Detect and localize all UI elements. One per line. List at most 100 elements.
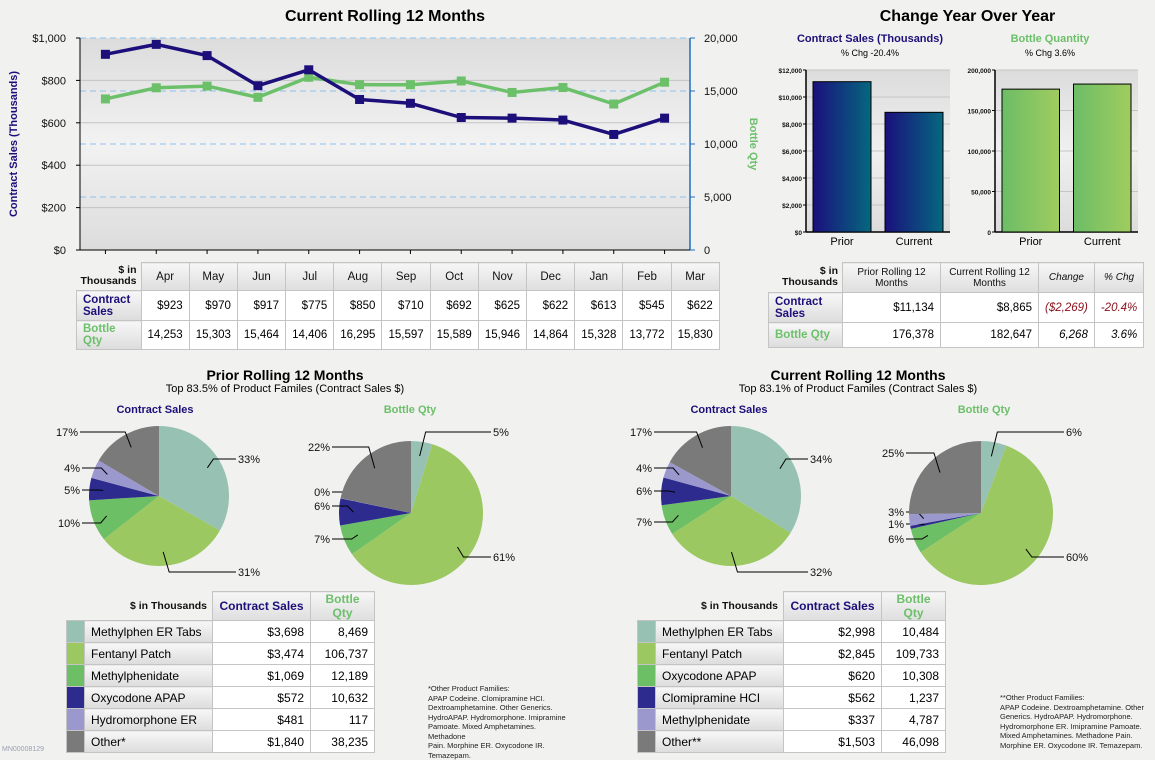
data-point: [558, 115, 568, 125]
cell-bottle-qty: 10,484: [881, 620, 946, 643]
cell: 13,772: [622, 320, 672, 350]
legend-swatch: [637, 686, 656, 709]
pie-label: 4%: [64, 463, 80, 475]
cell-bottle-qty: 4,787: [881, 708, 946, 731]
table-row: Contract Sales $923 $970 $917 $775 $850 $…: [76, 290, 720, 321]
yoy-sales-subtitle: % Chg -20.4%: [840, 48, 900, 58]
cell: 15,589: [429, 320, 479, 350]
cell: 14,253: [140, 320, 190, 350]
y-tick-label: $12,000: [779, 68, 803, 75]
pie-label: 0%: [314, 487, 330, 499]
x-tick-label: Prior: [830, 236, 854, 248]
prior-title: Prior Rolling 12 Months: [206, 367, 364, 383]
cell: 15,328: [574, 320, 624, 350]
cell-bottle-qty: 12,189: [310, 664, 375, 687]
sales-bar-prior: [812, 81, 872, 233]
table-row: Methylphen ER Tabs $3,698 8,469: [66, 620, 375, 643]
cell: 15,464: [236, 320, 287, 350]
col-header-change: Change: [1038, 262, 1095, 293]
cell-prior: $11,134: [842, 292, 941, 323]
data-point: [609, 129, 619, 139]
cell-contract-sales: $1,503: [783, 730, 882, 753]
row-label-bottle-qty: Bottle Qty: [76, 320, 142, 350]
cell: $692: [429, 290, 479, 321]
pie-label: 6%: [314, 501, 330, 513]
pie-slice: [909, 441, 981, 515]
report-id: MN00008129: [2, 746, 45, 753]
cell-change: ($2,269): [1038, 292, 1095, 323]
data-point: [660, 113, 670, 123]
x-tick-label: Current: [1084, 236, 1121, 248]
y-tick-label: $4,000: [782, 176, 802, 183]
data-point: [660, 77, 670, 87]
product-name: Fentanyl Patch: [655, 642, 784, 665]
cell-bottle-qty: 8,469: [310, 620, 375, 643]
data-point: [253, 92, 263, 102]
month-header: Apr: [140, 262, 190, 291]
month-header: Aug: [333, 262, 383, 291]
cell: $917: [236, 290, 287, 321]
prior-product-table: $ in Thousands Contract Sales Bottle Qty…: [66, 591, 375, 753]
table-corner-label: $ in Thousands: [781, 265, 838, 289]
pie-label: 17%: [630, 427, 652, 439]
pie-label: 10%: [58, 518, 80, 530]
cell-contract-sales: $3,698: [212, 620, 311, 643]
cell: $775: [285, 290, 335, 321]
month-header: Jan: [574, 262, 624, 291]
col-header-bottle-qty: Bottle Qty: [310, 591, 375, 621]
data-point: [202, 51, 212, 61]
product-name: Clomipramine HCI: [655, 686, 784, 709]
table-corner-label: $ in Thousands: [129, 599, 207, 612]
cell-prior: 176,378: [842, 322, 941, 348]
legend-swatch: [66, 664, 85, 687]
cell: $545: [622, 290, 672, 321]
col-header-bottle-qty: Bottle Qty: [881, 591, 946, 621]
cell: 16,295: [333, 320, 383, 350]
footnote-line: Dextroamphetamine. Other Generics.: [428, 703, 553, 712]
cell: $613: [574, 290, 624, 321]
yoy-bar-charts: $0 $2,000 $4,000 $6,000 $8,000 $10,000 $12,000…: [779, 68, 1138, 248]
cell: $710: [381, 290, 431, 321]
pie-label: 17%: [56, 427, 78, 439]
data-point: [558, 83, 568, 93]
footnote-line: Generics. HydroAPAP. Hydromorphone.: [1000, 712, 1133, 721]
y2-tick-label: 10,000: [704, 139, 738, 151]
cell-contract-sales: $572: [212, 686, 311, 709]
cell-bottle-qty: 46,098: [881, 730, 946, 753]
col-header-contract-sales: Contract Sales: [212, 591, 311, 621]
legend-swatch: [66, 730, 85, 753]
y-tick-label: $1,000: [32, 33, 66, 45]
table-row: Contract Sales $11,134 $8,865 ($2,269) -2…: [768, 292, 1145, 323]
col-header-prior: Prior Rolling 12 Months: [842, 262, 941, 293]
data-point: [253, 81, 263, 91]
product-name: Methylphenidate: [655, 708, 784, 731]
pie-label: 25%: [882, 448, 904, 460]
cell: $850: [333, 290, 383, 321]
cell-current: $8,865: [940, 292, 1039, 323]
product-name: Oxycodone APAP: [84, 686, 213, 709]
pie-label: 33%: [238, 454, 260, 466]
sales-bar-current: [884, 111, 944, 233]
cell-contract-sales: $1,840: [212, 730, 311, 753]
cell-bottle-qty: 1,237: [881, 686, 946, 709]
pie-label: 7%: [314, 534, 330, 546]
cell: 15,303: [188, 320, 238, 350]
pie-label: 3%: [888, 507, 904, 519]
y-tick-label: 200,000: [968, 68, 992, 75]
cell-contract-sales: $620: [783, 664, 882, 687]
data-point: [100, 94, 110, 104]
month-header: Feb: [622, 262, 672, 291]
pie-label: 6%: [1066, 427, 1082, 439]
x-tick-label: Current: [896, 236, 933, 248]
row-label-contract-sales: Contract Sales: [76, 290, 142, 321]
cell-contract-sales: $337: [783, 708, 882, 731]
table-row: Other** $1,503 46,098: [637, 730, 946, 753]
prior-subtitle: Top 83.5% of Product Familes (Contract S…: [165, 383, 405, 395]
cell: 15,597: [381, 320, 431, 350]
current-subtitle: Top 83.1% of Product Familes (Contract S…: [738, 383, 978, 395]
month-header: Jul: [285, 262, 335, 291]
table-row: Fentanyl Patch $2,845 109,733: [637, 642, 946, 665]
y-tick-label: 50,000: [971, 190, 991, 197]
month-header: Oct: [429, 262, 479, 291]
month-header: Nov: [477, 262, 528, 291]
